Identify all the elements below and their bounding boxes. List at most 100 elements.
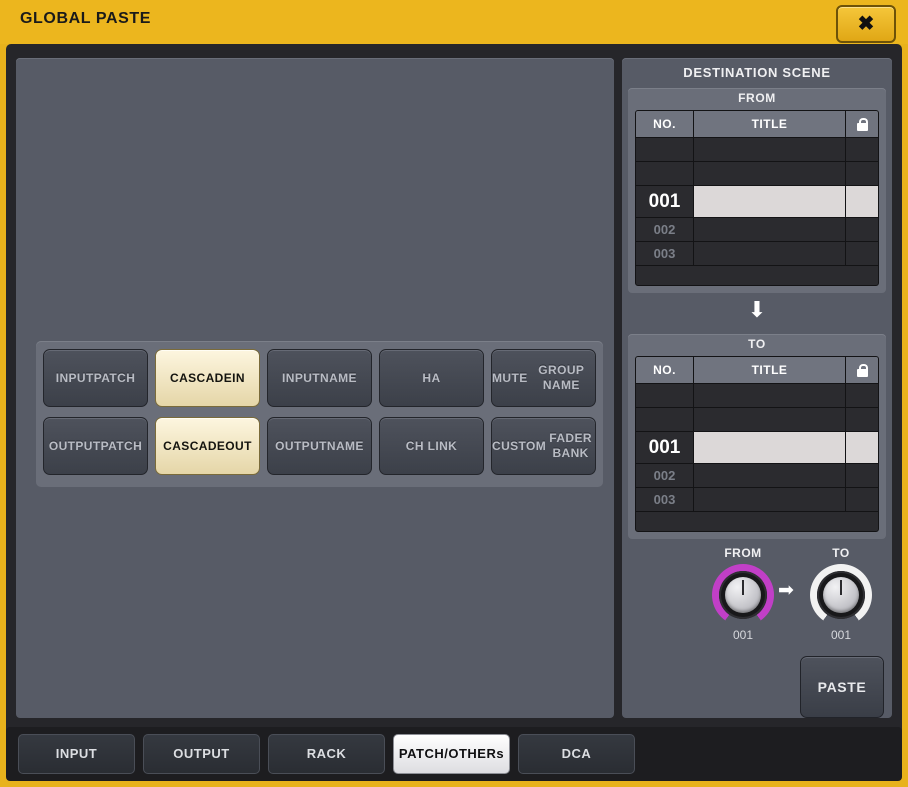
param-button-cascade-in[interactable]: CASCADE IN [155, 349, 260, 407]
paste-button[interactable]: PASTE [800, 656, 884, 718]
param-button-output-name[interactable]: OUTPUT NAME [267, 417, 372, 475]
parameter-button-group: INPUT PATCH CASCADE IN INPUT NAME HA MUTE GROUP … [36, 341, 603, 487]
from-knob-dial[interactable] [712, 564, 774, 626]
to-scene-block: TO NO. TITLE 001 002 003 [628, 334, 886, 539]
param-button-output-patch[interactable]: OUTPUT PATCH [43, 417, 148, 475]
param-button-label: PATCH [93, 370, 136, 385]
scene-lock-cell[interactable] [846, 408, 878, 431]
tab-patch-others[interactable]: PATCH/OTHERs [393, 734, 510, 774]
scene-lock-cell[interactable] [846, 432, 878, 463]
param-button-label: NAME [326, 438, 364, 453]
param-button-label: OUTPUT [48, 438, 101, 453]
param-button-label: CASCADE [163, 438, 226, 453]
param-button-ch-link[interactable]: CH LINK [379, 417, 484, 475]
column-header-lock [846, 357, 878, 383]
to-knob-control[interactable]: TO 001 [798, 546, 884, 642]
tab-rack[interactable]: RACK [268, 734, 385, 774]
scene-lock-cell[interactable] [846, 384, 878, 407]
scene-number-cell: 003 [636, 488, 694, 511]
scene-lock-cell[interactable] [846, 242, 878, 265]
global-paste-dialog: GLOBAL PASTE ✖ INPUT PATCH CASCADE IN INPUT N… [0, 0, 908, 787]
table-row[interactable] [636, 384, 878, 408]
table-row[interactable] [636, 162, 878, 186]
scene-title-cell [694, 162, 846, 185]
scene-title-cell [694, 186, 846, 217]
tab-label: PATCH [398, 745, 445, 761]
scene-lock-cell[interactable] [846, 162, 878, 185]
param-button-ha[interactable]: HA [379, 349, 484, 407]
param-button-label: NAME [320, 370, 357, 385]
scene-number-cell [636, 384, 694, 407]
scene-number-cell [636, 138, 694, 161]
close-icon: ✖ [857, 13, 875, 35]
scene-number-cell: 003 [636, 242, 694, 265]
destination-scene-header: DESTINATION SCENE [683, 65, 831, 80]
column-header-lock [846, 111, 878, 137]
tab-label: DCA [561, 745, 592, 761]
scene-title-cell [694, 464, 846, 487]
scene-lock-cell[interactable] [846, 464, 878, 487]
scene-title-cell [694, 432, 846, 463]
param-button-label: OUT [225, 438, 252, 453]
knob-arrow-icon: ➡ [778, 580, 794, 601]
scene-lock-cell[interactable] [846, 488, 878, 511]
tab-bar: INPUT OUTPUT RACK PATCH/OTHERs DCA [6, 727, 902, 781]
tab-output[interactable]: OUTPUT [143, 734, 260, 774]
table-row[interactable]: 002 [636, 464, 878, 488]
page-title: GLOBAL PASTE [20, 10, 152, 27]
table-row[interactable]: 003 [636, 488, 878, 512]
tab-input[interactable]: INPUT [18, 734, 135, 774]
param-button-input-patch[interactable]: INPUT PATCH [43, 349, 148, 407]
parameter-button-row-1: INPUT PATCH CASCADE IN INPUT NAME HA MUTE GROUP … [43, 349, 596, 407]
to-knob-pointer [840, 580, 842, 595]
table-row[interactable] [636, 408, 878, 432]
to-scene-table[interactable]: NO. TITLE 001 002 003 [635, 356, 879, 532]
column-header-no: NO. [636, 357, 694, 383]
lock-icon [856, 117, 868, 131]
tab-label: /OTHERs [444, 745, 505, 761]
scene-range-knobs: FROM 001 ➡ TO 001 [622, 546, 892, 656]
param-button-label: PATCH [100, 438, 143, 453]
direction-arrow-icon: ⬇ [747, 297, 767, 322]
scene-number-cell: 002 [636, 464, 694, 487]
param-button-label: FADER BANK [549, 431, 592, 460]
scene-number-cell [636, 408, 694, 431]
table-row[interactable]: 001 [636, 186, 878, 218]
scene-lock-cell[interactable] [846, 218, 878, 241]
scene-title-cell [694, 384, 846, 407]
param-button-label: CUSTOM [492, 438, 547, 453]
param-button-label: CASCADE [170, 370, 233, 385]
tab-dca[interactable]: DCA [518, 734, 635, 774]
param-button-label: MUTE [492, 370, 528, 385]
scene-lock-cell[interactable] [846, 186, 878, 217]
from-knob-control[interactable]: FROM 001 [700, 546, 786, 642]
param-button-custom-fader-bank[interactable]: CUSTOM FADER BANK [491, 417, 596, 475]
param-button-input-name[interactable]: INPUT NAME [267, 349, 372, 407]
scene-number-cell: 002 [636, 218, 694, 241]
scene-lock-cell[interactable] [846, 138, 878, 161]
tab-label: RACK [306, 745, 347, 761]
close-button[interactable]: ✖ [836, 5, 896, 43]
to-label: TO [748, 337, 766, 351]
table-row[interactable]: 001 [636, 432, 878, 464]
table-row[interactable] [636, 138, 878, 162]
param-button-label: HA [422, 370, 441, 385]
param-button-label: INPUT [282, 370, 321, 385]
column-header-no: NO. [636, 111, 694, 137]
table-row[interactable]: 002 [636, 218, 878, 242]
scene-title-cell [694, 408, 846, 431]
from-knob-label: FROM [724, 546, 762, 560]
param-button-label: CH LINK [405, 438, 458, 453]
scene-title-cell [694, 242, 846, 265]
param-button-label: INPUT [55, 370, 94, 385]
parameter-select-panel: INPUT PATCH CASCADE IN INPUT NAME HA MUTE GROUP … [16, 58, 614, 718]
to-knob-dial[interactable] [810, 564, 872, 626]
param-button-label: GROUP NAME [538, 363, 585, 392]
param-button-mute-group-name[interactable]: MUTE GROUP NAME [491, 349, 596, 407]
title-bar: GLOBAL PASTE ✖ [0, 0, 908, 44]
from-label: FROM [738, 91, 776, 105]
from-scene-table[interactable]: NO. TITLE 001 002 003 [635, 110, 879, 286]
param-button-label: OUTPUT [275, 438, 327, 453]
param-button-cascade-out[interactable]: CASCADE OUT [155, 417, 260, 475]
table-row[interactable]: 003 [636, 242, 878, 266]
